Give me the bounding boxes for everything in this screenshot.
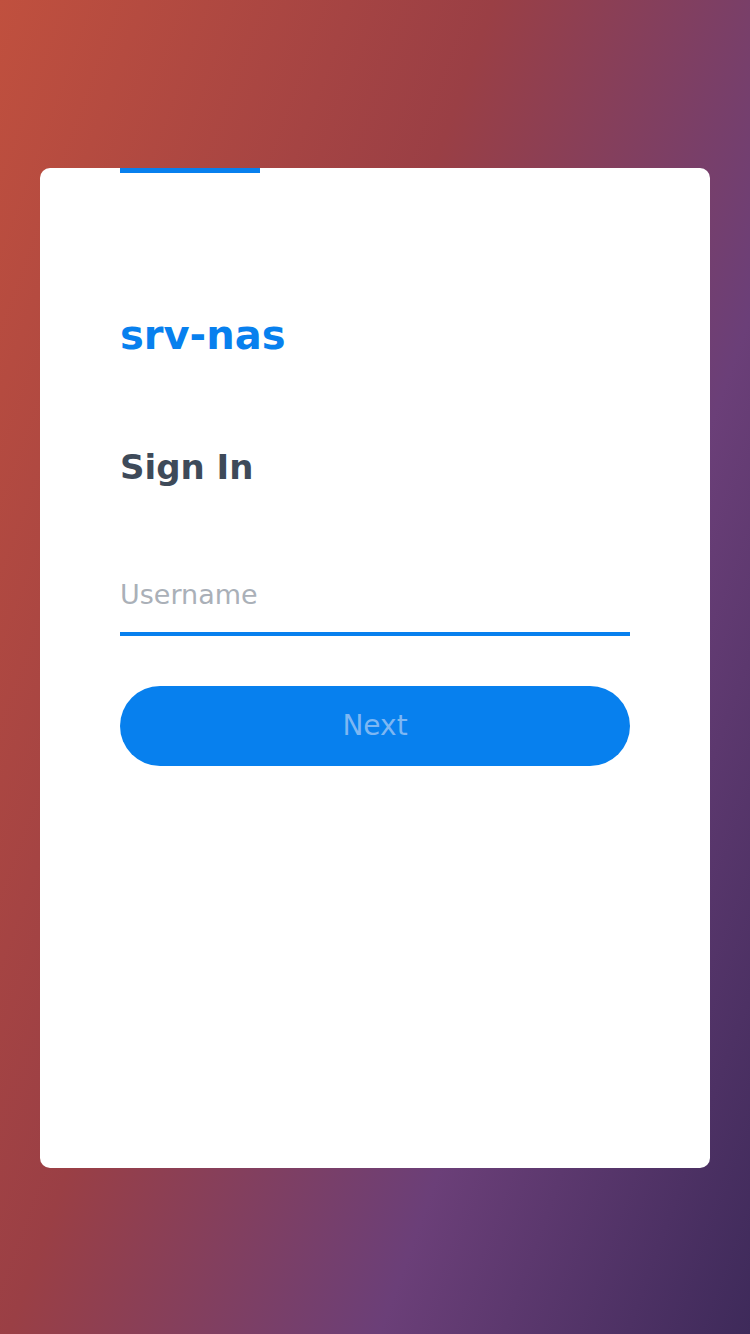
username-input[interactable] bbox=[120, 571, 630, 619]
login-card: srv-nas Sign In Next bbox=[40, 168, 710, 1168]
sign-in-heading: Sign In bbox=[120, 447, 630, 487]
next-button[interactable]: Next bbox=[120, 686, 630, 766]
username-field bbox=[120, 571, 630, 636]
login-page: srv-nas Sign In Next bbox=[0, 0, 750, 1334]
server-name: srv-nas bbox=[120, 311, 630, 359]
accent-bar bbox=[120, 168, 260, 173]
